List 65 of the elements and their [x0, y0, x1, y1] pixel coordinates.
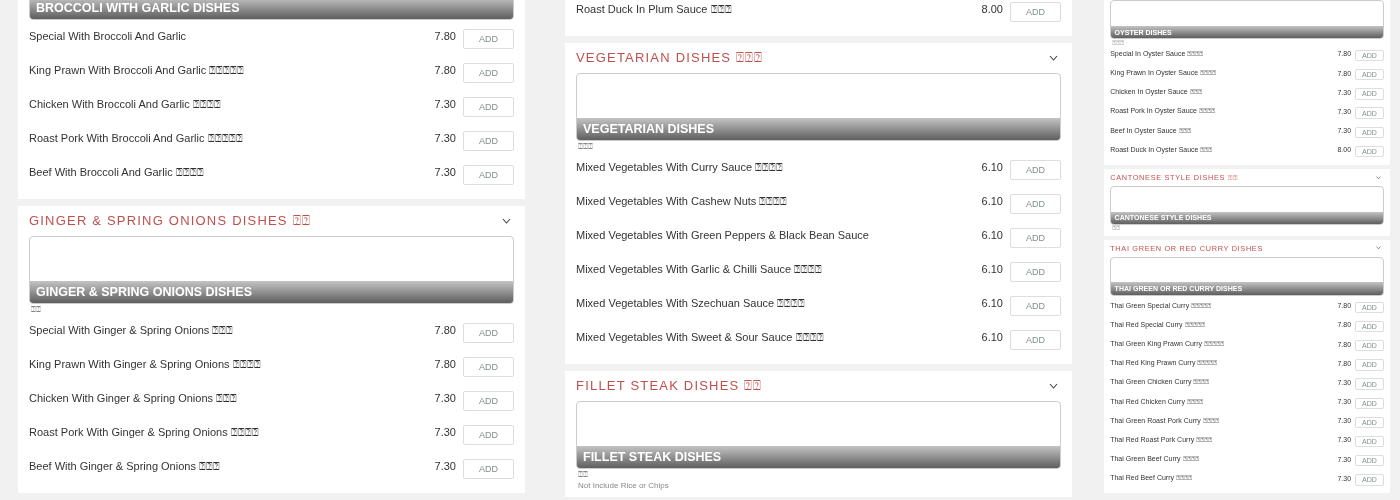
category-banner: VEGETARIAN DISHES — [576, 73, 1061, 141]
add-button[interactable]: ADD — [1010, 194, 1061, 214]
dish-price: 7.80 — [434, 358, 456, 370]
dish-name: Mixed Vegetables With Green Peppers & Black Bean Sauce — [576, 229, 870, 241]
add-button[interactable]: ADD — [463, 357, 514, 377]
category-description: Not Include Rice or Chips — [577, 481, 670, 490]
dish-name: Roast Duck In Plum Sauce ⍰⍰⍰ — [576, 2, 733, 16]
dish-price: 7.30 — [434, 426, 456, 438]
dish-name: Beef With Ginger & Spring Onions ⍰⍰⍰ — [29, 459, 221, 473]
dish-name: Roast Pork With Broccoli And Garlic ⍰⍰⍰⍰⍰ — [29, 131, 244, 145]
add-button[interactable]: ADD — [463, 63, 514, 83]
dish-name: Special With Broccoli And Garlic — [29, 30, 188, 42]
add-button[interactable]: ADD — [1010, 330, 1061, 350]
chevron-down-icon[interactable] — [1049, 383, 1058, 389]
add-button[interactable]: ADD — [1010, 160, 1061, 180]
dish-name: King Prawn With Ginger & Spring Onions ⍰⍰⍰⍰ — [29, 357, 262, 371]
category-note: ⍰⍰⍰ — [577, 141, 594, 153]
chevron-down-icon[interactable] — [502, 218, 511, 224]
category-note: ⍰⍰ — [30, 304, 42, 316]
dish-price: 6.10 — [981, 195, 1003, 207]
dish-price: 6.10 — [981, 229, 1003, 241]
dish-name: Mixed Vegetables With Sweet & Sour Sauce ⍰⍰⍰⍰ — [576, 330, 825, 344]
add-button[interactable]: ADD — [463, 425, 514, 445]
dish-price: 6.10 — [981, 263, 1003, 275]
add-button[interactable]: ADD — [463, 323, 514, 343]
dish-price: 7.80 — [434, 324, 456, 336]
add-button[interactable]: ADD — [463, 97, 514, 117]
section-title[interactable]: GINGER & SPRING ONIONS DISHES ⍰⍰ — [29, 213, 311, 229]
category-banner: GINGER & SPRING ONIONS DISHES — [29, 236, 514, 304]
dish-price: 6.10 — [981, 297, 1003, 309]
dish-name: Beef With Broccoli And Garlic ⍰⍰⍰⍰ — [29, 165, 205, 179]
dish-name: King Prawn With Broccoli And Garlic ⍰⍰⍰⍰⍰ — [29, 63, 246, 77]
category-note: ⍰⍰ — [577, 469, 589, 481]
dish-name: Chicken With Broccoli And Garlic ⍰⍰⍰⍰ — [29, 97, 222, 111]
dish-price: 6.10 — [981, 331, 1003, 343]
dish-name: Chicken With Ginger & Spring Onions ⍰⍰⍰ — [29, 391, 239, 405]
add-button[interactable]: ADD — [1010, 296, 1061, 316]
dish-name: Roast Pork With Ginger & Spring Onions ⍰⍰⍰⍰ — [29, 425, 260, 439]
add-button[interactable]: ADD — [463, 165, 514, 185]
category-banner: FILLET STEAK DISHES — [576, 401, 1061, 469]
dish-price: 6.10 — [981, 161, 1003, 173]
section-title[interactable]: VEGETARIAN DISHES ⍰⍰⍰ — [576, 50, 764, 66]
add-button[interactable]: ADD — [1010, 2, 1061, 22]
dish-name: Mixed Vegetables With Garlic & Chilli Sauce ⍰⍰⍰⍰ — [576, 262, 824, 276]
dish-price: 8.00 — [981, 3, 1003, 15]
dish-price: 7.30 — [434, 166, 456, 178]
dish-name: Special With Ginger & Spring Onions ⍰⍰⍰ — [29, 323, 235, 337]
category-banner: BROCCOLI WITH GARLIC DISHES — [29, 0, 514, 20]
section-title[interactable]: FILLET STEAK DISHES ⍰⍰ — [576, 378, 763, 394]
dish-name: Mixed Vegetables With Curry Sauce ⍰⍰⍰⍰ — [576, 160, 785, 174]
dish-price: 7.30 — [434, 132, 456, 144]
add-button[interactable]: ADD — [463, 29, 514, 49]
add-button[interactable]: ADD — [1010, 262, 1061, 282]
dish-name: Mixed Vegetables With Cashew Nuts ⍰⍰⍰⍰ — [576, 194, 789, 208]
dish-name: Mixed Vegetables With Szechuan Sauce ⍰⍰⍰⍰ — [576, 296, 807, 310]
dish-price: 7.30 — [434, 460, 456, 472]
add-button[interactable]: ADD — [1010, 228, 1061, 248]
add-button[interactable]: ADD — [463, 459, 514, 479]
add-button[interactable]: ADD — [463, 131, 514, 151]
dish-price: 7.80 — [434, 64, 456, 76]
add-button[interactable]: ADD — [463, 391, 514, 411]
dish-price: 7.80 — [434, 30, 456, 42]
dish-price: 7.30 — [434, 98, 456, 110]
chevron-down-icon[interactable] — [1049, 55, 1058, 61]
dish-price: 7.30 — [434, 392, 456, 404]
